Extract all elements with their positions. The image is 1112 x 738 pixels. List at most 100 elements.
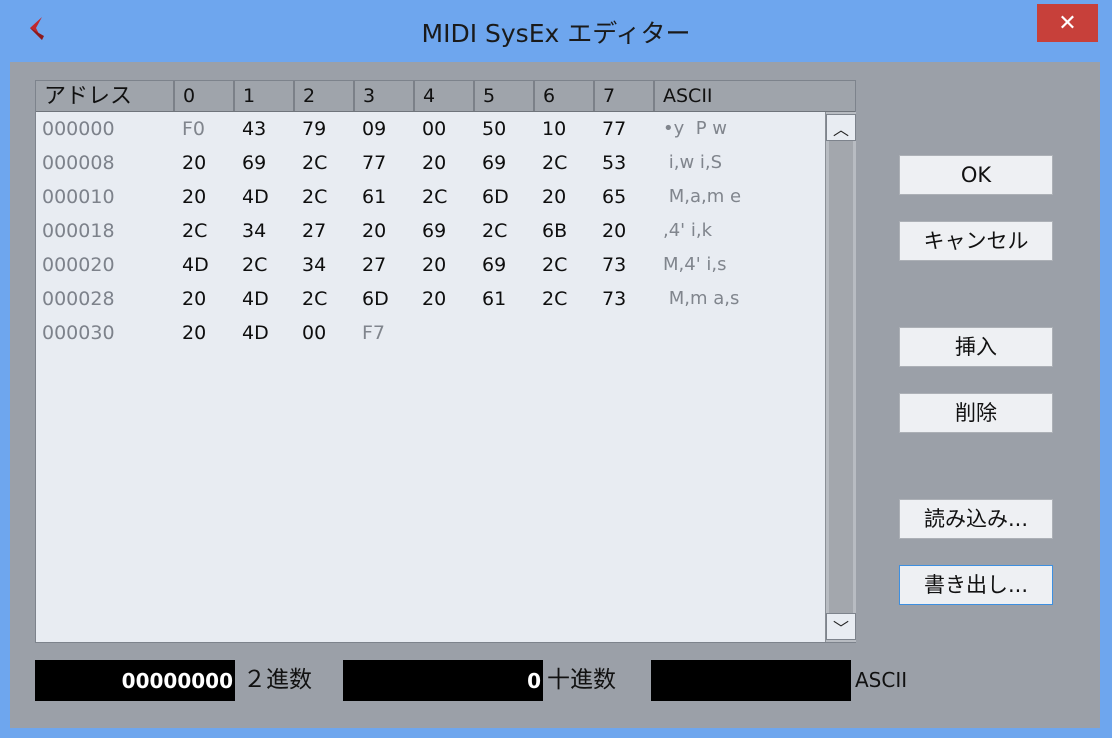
byte-cell[interactable]: 20	[182, 282, 206, 316]
scroll-up-button[interactable]: ︿	[826, 114, 856, 141]
address-cell[interactable]: 000028	[42, 282, 115, 316]
byte-cell[interactable]: 65	[602, 180, 626, 214]
window-title: MIDI SysEx エディター	[421, 19, 691, 48]
byte-cell[interactable]: 61	[482, 282, 506, 316]
insert-button[interactable]: 挿入	[899, 327, 1053, 367]
address-cell[interactable]: 000030	[42, 316, 115, 350]
byte-cell[interactable]: 20	[362, 214, 386, 248]
column-header-4[interactable]: 4	[415, 81, 475, 111]
byte-cell[interactable]: 2C	[242, 248, 267, 282]
binary-label: ２進数	[243, 667, 312, 693]
table-row[interactable]: 000028 20 4D 2C 6D 20 61 2C 73 M,m a,s	[36, 282, 826, 316]
byte-cell[interactable]: 27	[302, 214, 326, 248]
byte-cell[interactable]: F7	[362, 316, 385, 350]
ascii-cell[interactable]: ,4' i,k	[663, 214, 712, 248]
sysex-data-grid[interactable]: アドレス 0 1 2 3 4 5 6 7 ASCII 000000 F0 43 79 0…	[35, 80, 856, 643]
byte-cell[interactable]: 00	[302, 316, 326, 350]
column-header-ascii[interactable]: ASCII	[655, 81, 855, 111]
column-header-2[interactable]: 2	[295, 81, 355, 111]
byte-cell[interactable]: 20	[422, 248, 446, 282]
binary-value-field[interactable]: 00000000	[35, 660, 235, 701]
byte-cell[interactable]: 6D	[362, 282, 389, 316]
byte-cell[interactable]: 69	[482, 248, 506, 282]
address-cell[interactable]: 000000	[42, 112, 115, 146]
table-row[interactable]: 000030 20 4D 00 F7	[36, 316, 826, 350]
byte-cell[interactable]: 20	[602, 214, 626, 248]
ok-button[interactable]: OK	[899, 155, 1053, 195]
byte-cell[interactable]: 2C	[542, 282, 567, 316]
byte-cell[interactable]: 20	[422, 282, 446, 316]
byte-cell[interactable]: 2C	[542, 146, 567, 180]
byte-cell[interactable]: 4D	[182, 248, 209, 282]
table-row[interactable]: 000010 20 4D 2C 61 2C 6D 20 65 M,a,m e	[36, 180, 826, 214]
byte-cell[interactable]: 77	[602, 112, 626, 146]
column-header-0[interactable]: 0	[175, 81, 235, 111]
byte-cell[interactable]: 09	[362, 112, 386, 146]
byte-cell[interactable]: 2C	[422, 180, 447, 214]
byte-cell[interactable]: 50	[482, 112, 506, 146]
byte-cell[interactable]: 73	[602, 248, 626, 282]
ascii-cell[interactable]: M,m a,s	[663, 282, 740, 316]
byte-cell[interactable]: 2C	[482, 214, 507, 248]
byte-cell[interactable]: 34	[302, 248, 326, 282]
byte-cell[interactable]: 10	[542, 112, 566, 146]
byte-cell[interactable]: 4D	[242, 180, 269, 214]
byte-cell[interactable]: 34	[242, 214, 266, 248]
column-header-6[interactable]: 6	[535, 81, 595, 111]
table-row[interactable]: 000008 20 69 2C 77 20 69 2C 53 i,w i,S	[36, 146, 826, 180]
byte-cell[interactable]: 77	[362, 146, 386, 180]
ascii-value-field[interactable]	[651, 660, 851, 701]
ascii-cell[interactable]: M,4' i,s	[663, 248, 726, 282]
byte-cell[interactable]: 20	[182, 146, 206, 180]
column-header-address[interactable]: アドレス	[36, 81, 175, 111]
load-button[interactable]: 読み込み...	[899, 499, 1053, 539]
byte-cell[interactable]: 4D	[242, 316, 269, 350]
scroll-track[interactable]	[829, 141, 853, 613]
byte-cell[interactable]: 61	[362, 180, 386, 214]
title-bar[interactable]: MIDI SysEx エディター ✕	[0, 0, 1112, 60]
address-cell[interactable]: 000008	[42, 146, 115, 180]
ascii-cell[interactable]: i,w i,S	[663, 146, 722, 180]
byte-cell[interactable]: 27	[362, 248, 386, 282]
byte-cell[interactable]: 4D	[242, 282, 269, 316]
byte-cell[interactable]: 6D	[482, 180, 509, 214]
vertical-scrollbar[interactable]: ︿ ﹀	[825, 112, 856, 642]
decimal-value-field[interactable]: 0	[343, 660, 543, 701]
table-row[interactable]: 000018 2C 34 27 20 69 2C 6B 20 ,4' i,k	[36, 214, 826, 248]
byte-cell[interactable]: 69	[482, 146, 506, 180]
byte-cell[interactable]: 69	[422, 214, 446, 248]
byte-cell[interactable]: 20	[542, 180, 566, 214]
byte-cell[interactable]: 20	[182, 180, 206, 214]
byte-cell[interactable]: 20	[422, 146, 446, 180]
ascii-cell[interactable]: •y P w	[663, 112, 727, 146]
address-cell[interactable]: 000010	[42, 180, 115, 214]
address-cell[interactable]: 000020	[42, 248, 115, 282]
address-cell[interactable]: 000018	[42, 214, 115, 248]
byte-cell[interactable]: 69	[242, 146, 266, 180]
byte-cell[interactable]: 53	[602, 146, 626, 180]
column-header-7[interactable]: 7	[595, 81, 655, 111]
byte-cell[interactable]: 2C	[182, 214, 207, 248]
byte-cell[interactable]: 00	[422, 112, 446, 146]
column-header-1[interactable]: 1	[235, 81, 295, 111]
save-button[interactable]: 書き出し...	[899, 565, 1053, 605]
byte-cell[interactable]: 6B	[542, 214, 567, 248]
byte-cell[interactable]: 2C	[542, 248, 567, 282]
byte-cell[interactable]: 43	[242, 112, 266, 146]
byte-cell[interactable]: 73	[602, 282, 626, 316]
byte-cell[interactable]: 2C	[302, 146, 327, 180]
byte-cell[interactable]: 2C	[302, 282, 327, 316]
column-header-3[interactable]: 3	[355, 81, 415, 111]
scroll-down-button[interactable]: ﹀	[826, 613, 856, 640]
byte-cell[interactable]: F0	[182, 112, 205, 146]
ascii-cell[interactable]: M,a,m e	[663, 180, 741, 214]
table-row[interactable]: 000020 4D 2C 34 27 20 69 2C 73 M,4' i,s	[36, 248, 826, 282]
cancel-button[interactable]: キャンセル	[899, 221, 1053, 261]
byte-cell[interactable]: 2C	[302, 180, 327, 214]
byte-cell[interactable]: 20	[182, 316, 206, 350]
close-button[interactable]: ✕	[1037, 4, 1098, 42]
delete-button[interactable]: 削除	[899, 393, 1053, 433]
table-row[interactable]: 000000 F0 43 79 09 00 50 10 77 •y P w	[36, 112, 826, 146]
byte-cell[interactable]: 79	[302, 112, 326, 146]
column-header-5[interactable]: 5	[475, 81, 535, 111]
